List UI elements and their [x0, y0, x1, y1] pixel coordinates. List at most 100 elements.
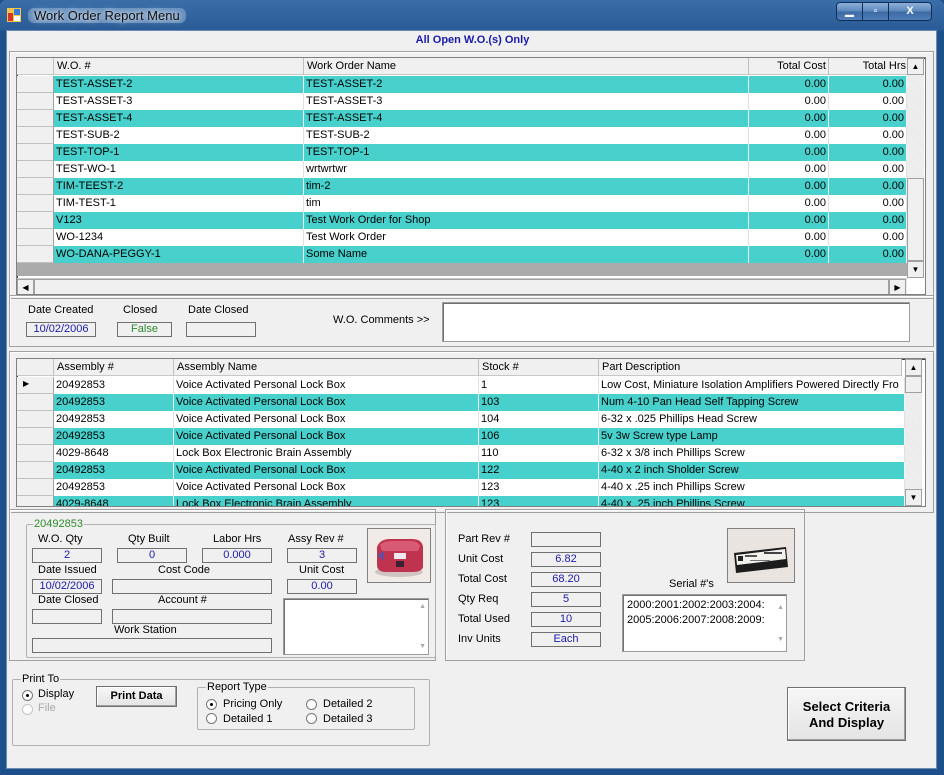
scroll-thumb[interactable]	[905, 376, 922, 393]
pricing-only-label[interactable]: Pricing Only	[223, 698, 282, 710]
scroll-up-button[interactable]: ▲	[905, 359, 922, 376]
row-selector[interactable]	[17, 428, 54, 445]
assembly-number-cell[interactable]: 20492853	[54, 394, 174, 411]
total-cost-cell[interactable]: 0.00	[749, 144, 829, 161]
assembly-name-cell[interactable]: Lock Box Electronic Brain Assembly	[174, 445, 479, 462]
detailed-3-label[interactable]: Detailed 3	[323, 713, 373, 725]
assembly-name-cell[interactable]: Voice Activated Personal Lock Box	[174, 428, 479, 445]
total-hrs-cell[interactable]: 0.00	[829, 76, 907, 93]
wo-number-cell[interactable]: WO-1234	[54, 229, 304, 246]
row-selector[interactable]	[17, 110, 54, 127]
hscroll-thumb[interactable]	[34, 279, 889, 294]
assembly-name-cell[interactable]: Voice Activated Personal Lock Box	[174, 377, 479, 394]
wo-name-cell[interactable]: Test Work Order for Shop	[304, 212, 749, 229]
scroll-thumb[interactable]	[907, 178, 924, 261]
total-cost-cell[interactable]: 0.00	[749, 246, 829, 263]
stock-number-cell[interactable]: 1	[479, 377, 599, 394]
column-header-total-cost[interactable]: Total Cost	[749, 58, 829, 75]
minimize-button[interactable]: ▁	[836, 2, 863, 21]
wo-number-cell[interactable]: V123	[54, 212, 304, 229]
detailed-2-label[interactable]: Detailed 2	[323, 698, 373, 710]
part-description-cell[interactable]: 5v 3w Screw type Lamp	[599, 428, 905, 445]
wo-name-cell[interactable]: TEST-SUB-2	[304, 127, 749, 144]
assembly-number-cell[interactable]: 20492853	[54, 462, 174, 479]
wo-name-cell[interactable]: Some Name	[304, 246, 749, 263]
scroll-right-button[interactable]: ▶	[889, 279, 906, 294]
display-radio[interactable]	[22, 690, 33, 701]
row-selector[interactable]	[17, 229, 54, 246]
wo-name-cell[interactable]: tim-2	[304, 178, 749, 195]
detailed-1-radio[interactable]	[206, 713, 217, 724]
row-selector[interactable]	[17, 76, 54, 93]
column-header-total-hrs[interactable]: Total Hrs	[829, 58, 909, 75]
close-button[interactable]: X	[888, 2, 932, 21]
column-header-assembly-number[interactable]: Assembly #	[54, 359, 174, 376]
wo-name-cell[interactable]: TEST-ASSET-4	[304, 110, 749, 127]
stock-number-cell[interactable]: 106	[479, 428, 599, 445]
wo-number-cell[interactable]: TIM-TEEST-2	[54, 178, 304, 195]
pricing-only-radio[interactable]	[206, 699, 217, 710]
row-selector[interactable]	[17, 496, 54, 506]
detailed-1-label[interactable]: Detailed 1	[223, 713, 273, 725]
stock-number-cell[interactable]: 122	[479, 462, 599, 479]
assembly-number-cell[interactable]: 20492853	[54, 377, 174, 394]
assembly-name-cell[interactable]: Voice Activated Personal Lock Box	[174, 479, 479, 496]
assemblies-grid[interactable]: Assembly # Assembly Name Stock # Part De…	[16, 358, 926, 507]
file-radio[interactable]	[22, 704, 33, 715]
column-header-assembly-name[interactable]: Assembly Name	[174, 359, 479, 376]
wo-name-cell[interactable]: wrtwrtwr	[304, 161, 749, 178]
row-selector[interactable]	[17, 127, 54, 144]
stock-number-cell[interactable]: 104	[479, 411, 599, 428]
row-selector[interactable]	[17, 178, 54, 195]
row-selector[interactable]	[17, 394, 54, 411]
wo-name-cell[interactable]: tim	[304, 195, 749, 212]
scroll-down-button[interactable]: ▼	[907, 261, 924, 278]
work-orders-grid[interactable]: W.O. # Work Order Name Total Cost Total …	[16, 57, 926, 295]
column-header-wo-number[interactable]: W.O. #	[54, 58, 304, 75]
assembly-name-cell[interactable]: Lock Box Electronic Brain Assembly	[174, 496, 479, 506]
wo-number-cell[interactable]: TEST-SUB-2	[54, 127, 304, 144]
print-data-button[interactable]: Print Data	[96, 686, 177, 707]
part-description-cell[interactable]: 4-40 x 2 inch Sholder Screw	[599, 462, 905, 479]
work-orders-hscrollbar[interactable]: ◀ ▶	[17, 278, 907, 294]
column-header-wo-name[interactable]: Work Order Name	[304, 58, 749, 75]
wo-number-cell[interactable]: TEST-TOP-1	[54, 144, 304, 161]
assembly-number-cell[interactable]: 4029-8648	[54, 496, 174, 506]
total-hrs-cell[interactable]: 0.00	[829, 144, 907, 161]
row-selector[interactable]	[17, 246, 54, 263]
total-hrs-cell[interactable]: 0.00	[829, 246, 907, 263]
assembly-name-cell[interactable]: Voice Activated Personal Lock Box	[174, 462, 479, 479]
row-selector[interactable]	[17, 445, 54, 462]
maximize-button[interactable]: ▫	[862, 2, 889, 21]
display-radio-label[interactable]: Display	[38, 688, 74, 700]
assemblies-vscrollbar[interactable]: ▲ ▼	[905, 359, 922, 506]
serials-textbox[interactable]: 2000:2001:2002:2003:2004: 2005:2006:2007…	[622, 594, 787, 652]
wo-comments-textbox[interactable]	[442, 302, 910, 342]
part-description-cell[interactable]: 4-40 x .25 inch Phillips Screw	[599, 479, 905, 496]
wo-number-cell[interactable]: TEST-ASSET-3	[54, 93, 304, 110]
row-selector[interactable]	[17, 195, 54, 212]
total-cost-cell[interactable]: 0.00	[749, 212, 829, 229]
detailed-2-radio[interactable]	[306, 699, 317, 710]
wo-name-cell[interactable]: TEST-ASSET-2	[304, 76, 749, 93]
total-hrs-cell[interactable]: 0.00	[829, 110, 907, 127]
title-bar[interactable]: Work Order Report Menu ▁ ▫ X	[0, 0, 944, 30]
total-cost-cell[interactable]: 0.00	[749, 93, 829, 110]
total-hrs-cell[interactable]: 0.00	[829, 93, 907, 110]
row-selector[interactable]	[17, 411, 54, 428]
assembly-name-cell[interactable]: Voice Activated Personal Lock Box	[174, 411, 479, 428]
row-selector[interactable]	[17, 161, 54, 178]
detailed-3-radio[interactable]	[306, 713, 317, 724]
total-hrs-cell[interactable]: 0.00	[829, 229, 907, 246]
row-selector[interactable]	[17, 462, 54, 479]
part-description-cell[interactable]: 6-32 x 3/8 inch Phillips Screw	[599, 445, 905, 462]
part-description-cell[interactable]: Num 4-10 Pan Head Self Tapping Screw	[599, 394, 905, 411]
stock-number-cell[interactable]: 103	[479, 394, 599, 411]
total-cost-cell[interactable]: 0.00	[749, 76, 829, 93]
assembly-name-cell[interactable]: Voice Activated Personal Lock Box	[174, 394, 479, 411]
total-cost-cell[interactable]: 0.00	[749, 161, 829, 178]
row-selector[interactable]: ▶	[17, 377, 54, 394]
scroll-down-button[interactable]: ▼	[905, 489, 922, 506]
wo-number-cell[interactable]: TEST-ASSET-4	[54, 110, 304, 127]
assembly-number-cell[interactable]: 20492853	[54, 428, 174, 445]
